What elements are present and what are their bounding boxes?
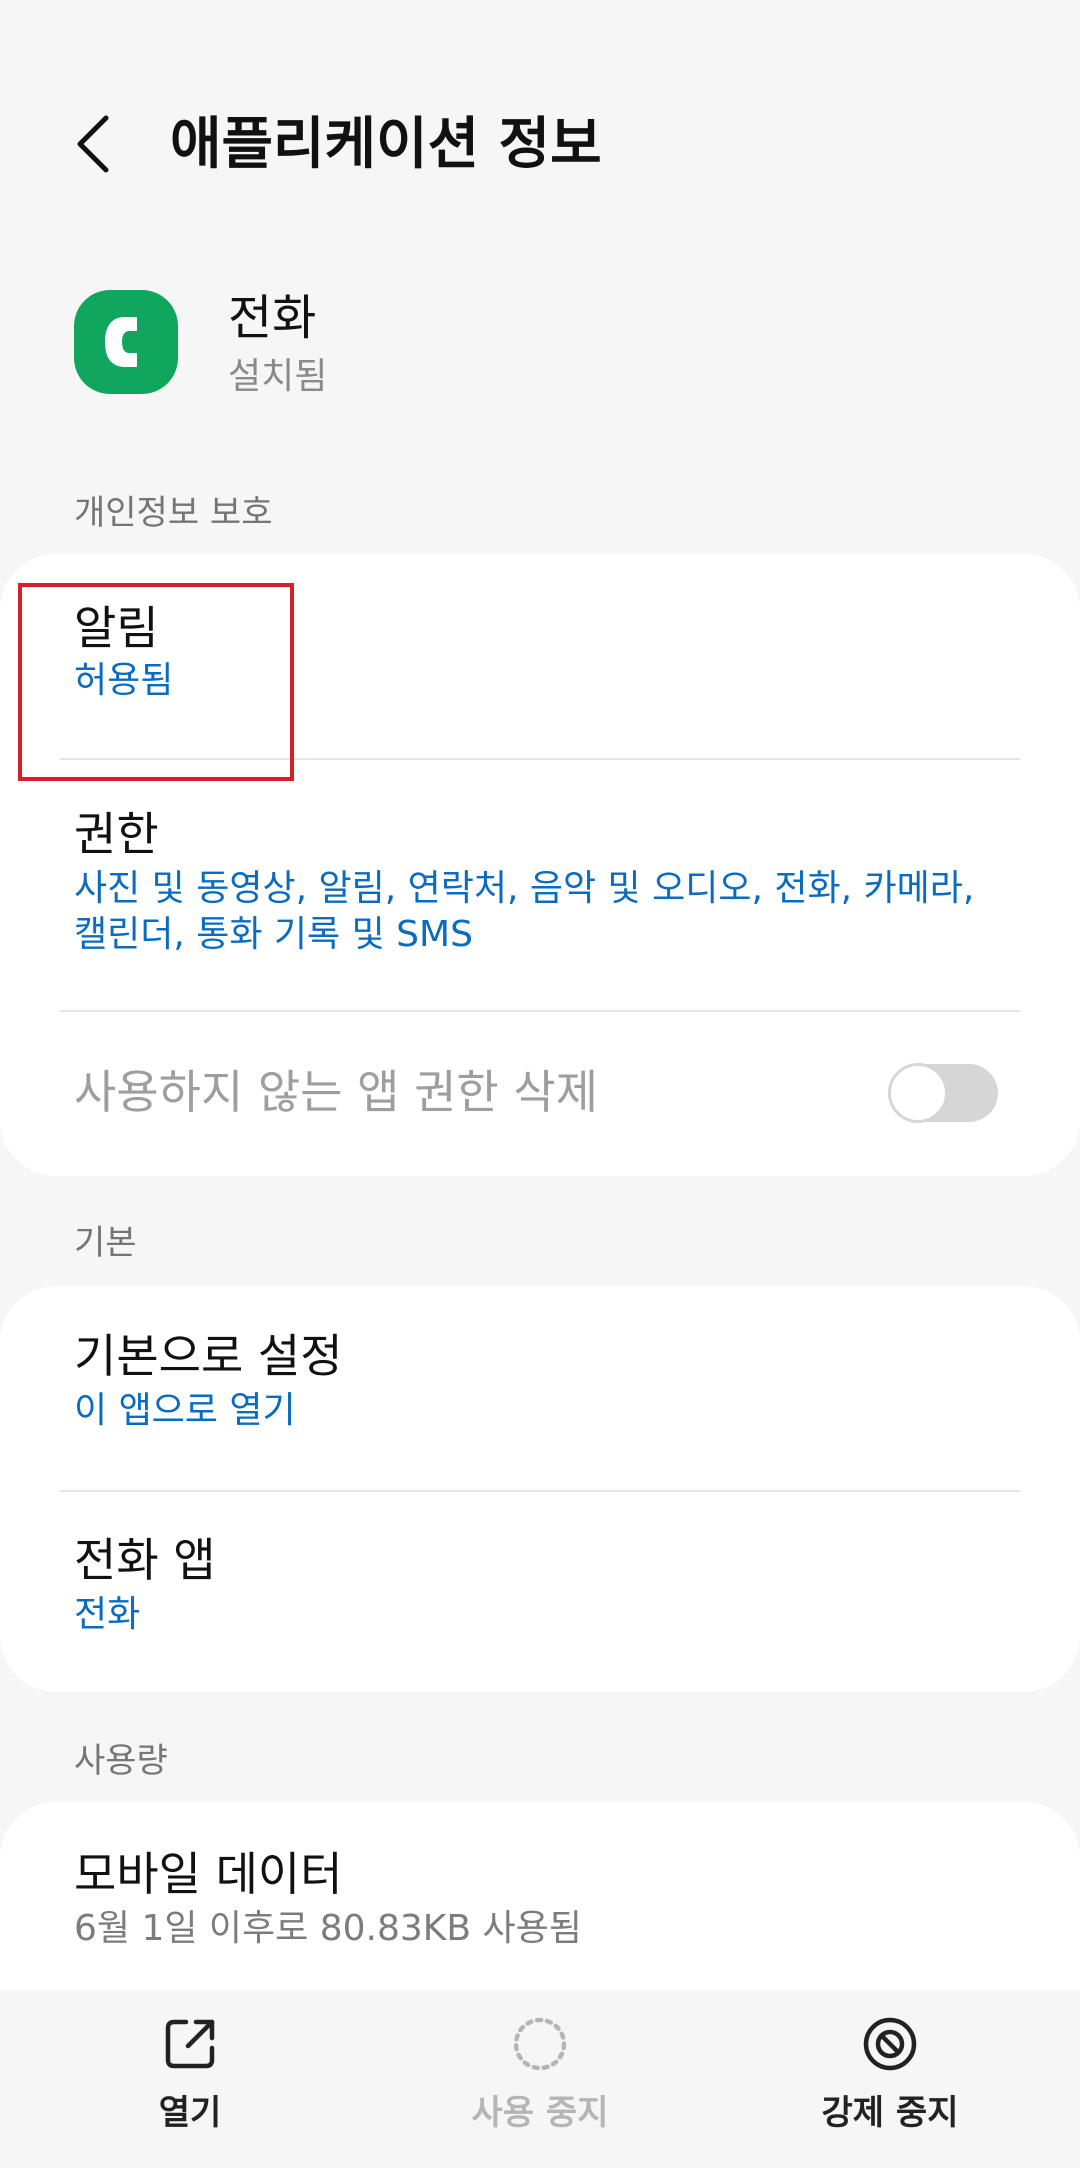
permissions-item[interactable]: 권한 사진 및 동영상, 알림, 연락처, 음악 및 오디오, 전화, 카메라,… — [74, 804, 1014, 958]
force-stop-button[interactable]: 강제 중지 — [740, 1990, 1040, 2168]
block-icon — [858, 2012, 922, 2076]
open-button-label: 열기 — [158, 2093, 222, 2133]
dotted-circle-icon — [508, 2012, 572, 2076]
open-button[interactable]: 열기 — [40, 1990, 340, 2168]
force-stop-button-label: 강제 중지 — [821, 2093, 959, 2133]
notifications-status: 허용됨 — [74, 660, 174, 701]
section-header-basic: 기본 — [74, 1223, 137, 1263]
divider — [60, 1490, 1020, 1492]
set-as-default-title: 기본으로 설정 — [74, 1329, 343, 1383]
phone-app-title: 전화 앱 — [74, 1533, 216, 1587]
set-as-default-item[interactable]: 기본으로 설정 이 앱으로 열기 — [74, 1326, 1014, 1434]
section-header-privacy: 개인정보 보호 — [74, 493, 273, 533]
notifications-item[interactable]: 알림 허용됨 — [74, 598, 1014, 704]
app-install-status: 설치됨 — [228, 356, 328, 397]
disable-button[interactable]: 사용 중지 — [390, 1990, 690, 2168]
toggle-knob — [888, 1063, 948, 1123]
app-name: 전화 — [228, 290, 317, 346]
open-external-icon — [158, 2012, 222, 2076]
permissions-list-line1: 사진 및 동영상, 알림, 연락처, 음악 및 오디오, 전화, 카메라, — [74, 868, 975, 909]
privacy-card: 알림 허용됨 권한 사진 및 동영상, 알림, 연락처, 음악 및 오디오, 전… — [0, 554, 1080, 1176]
phone-app-item[interactable]: 전화 앱 전화 — [74, 1530, 1014, 1638]
chevron-left-icon — [77, 115, 109, 173]
permissions-list-line2: 캘린더, 통화 기록 및 SMS — [74, 914, 473, 955]
basic-card: 기본으로 설정 이 앱으로 열기 전화 앱 전화 — [0, 1286, 1080, 1692]
phone-app-icon — [74, 290, 178, 394]
bottom-action-bar: 열기 사용 중지 강제 중지 — [0, 1990, 1080, 2168]
disable-button-label: 사용 중지 — [471, 2093, 609, 2133]
mobile-data-title: 모바일 데이터 — [74, 1847, 343, 1901]
permissions-title: 권한 — [74, 807, 159, 861]
app-bar: 애플리케이션 정보 — [0, 0, 1080, 290]
phone-glyph-icon — [105, 317, 137, 367]
divider — [60, 758, 1020, 760]
notifications-title: 알림 — [74, 601, 159, 655]
phone-app-value: 전화 — [74, 1594, 141, 1635]
set-as-default-value: 이 앱으로 열기 — [74, 1390, 296, 1431]
remove-unused-permissions-title: 사용하지 않는 앱 권한 삭제 — [74, 1065, 599, 1119]
section-header-usage: 사용량 — [74, 1741, 168, 1781]
remove-unused-permissions-toggle[interactable] — [888, 1063, 998, 1123]
remove-unused-permissions-item[interactable]: 사용하지 않는 앱 권한 삭제 — [74, 1062, 874, 1122]
back-button[interactable] — [62, 108, 126, 180]
divider — [60, 1010, 1020, 1012]
mobile-data-value: 6월 1일 이후로 80.83KB 사용됨 — [74, 1908, 582, 1949]
mobile-data-item[interactable]: 모바일 데이터 6월 1일 이후로 80.83KB 사용됨 — [74, 1844, 1014, 1952]
page-title: 애플리케이션 정보 — [170, 112, 602, 177]
